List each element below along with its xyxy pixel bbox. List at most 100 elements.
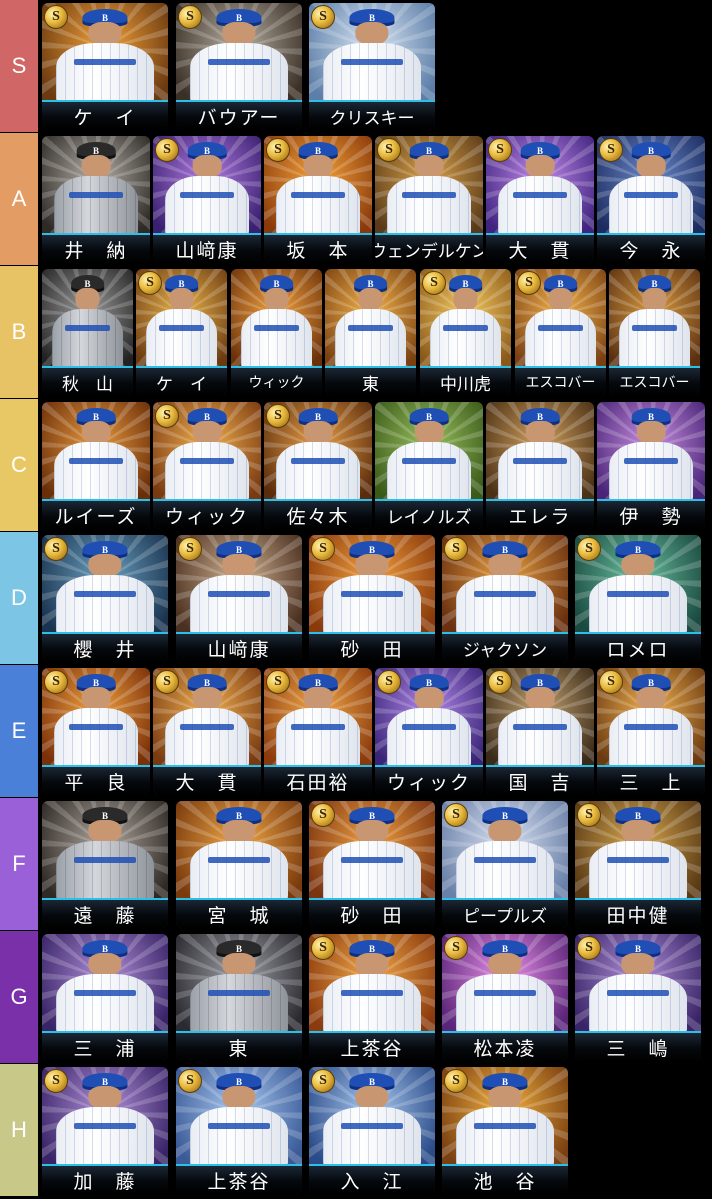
player-card[interactable]: S 入 江 <box>309 1067 435 1194</box>
player-card[interactable]: S ピープルズ <box>442 801 568 928</box>
s-rank-badge-icon: S <box>311 537 335 561</box>
player-card[interactable]: S 平 良 <box>42 668 150 795</box>
player-body <box>589 841 687 902</box>
tier-cards: S ケ イ S バウアー S クリスキー <box>40 0 712 132</box>
player-card[interactable]: S 加 藤 <box>42 1067 168 1194</box>
s-rank-badge-icon: S <box>138 271 162 295</box>
player-card[interactable]: S 石田裕 <box>264 668 372 795</box>
player-card[interactable]: S 砂 田 <box>309 801 435 928</box>
player-name: 入 江 <box>309 1164 435 1194</box>
player-face <box>621 820 655 844</box>
player-card[interactable]: S 山﨑康 <box>176 535 302 662</box>
player-card[interactable]: 東 <box>176 934 302 1061</box>
player-card[interactable]: S 中川虎 <box>420 269 511 396</box>
s-rank-badge-icon: S <box>311 936 335 960</box>
player-card[interactable]: S ケ イ <box>42 3 168 130</box>
player-card[interactable]: 伊 勢 <box>597 402 705 529</box>
player-name: 大 貫 <box>153 765 261 795</box>
player-name: 国 吉 <box>486 765 594 795</box>
player-card[interactable]: S 坂 本 <box>264 136 372 263</box>
card-art <box>42 136 150 237</box>
player-card[interactable]: 東 <box>325 269 416 396</box>
card-art <box>486 402 594 503</box>
player-card[interactable]: S 上茶谷 <box>176 1067 302 1194</box>
player-card[interactable]: S 松本凌 <box>442 934 568 1061</box>
player-name: ケ イ <box>136 366 227 396</box>
player-card[interactable]: 宮 城 <box>176 801 302 928</box>
player-body <box>525 309 596 370</box>
player-card[interactable]: エスコバー <box>609 269 700 396</box>
player-card[interactable]: S 田中健 <box>575 801 701 928</box>
player-card[interactable]: 井 納 <box>42 136 150 263</box>
tier-row-c: Cルイーズ S ウィック S 佐々木レイノルズエレラ伊 勢 <box>0 399 712 531</box>
player-card[interactable]: S クリスキー <box>309 3 435 130</box>
player-card[interactable]: S 三 嶋 <box>575 934 701 1061</box>
s-rank-badge-icon: S <box>377 670 401 694</box>
player-card[interactable]: S ケ イ <box>136 269 227 396</box>
player-card[interactable]: 三 浦 <box>42 934 168 1061</box>
player-face <box>88 953 122 977</box>
player-face <box>636 155 666 179</box>
player-card[interactable]: S 櫻 井 <box>42 535 168 662</box>
s-rank-badge-icon: S <box>44 5 68 29</box>
player-portrait <box>323 541 421 636</box>
tier-cards: 三 浦東 S 上茶谷 S 松本凌 S 三 嶋 <box>40 931 712 1063</box>
tier-label: A <box>0 133 40 265</box>
player-face <box>488 953 522 977</box>
card-art <box>42 402 150 503</box>
card-art <box>42 801 168 902</box>
player-card[interactable]: S 三 上 <box>597 668 705 795</box>
player-portrait <box>323 807 421 902</box>
player-card[interactable]: S 大 貫 <box>153 668 261 795</box>
player-body <box>456 841 554 902</box>
player-card[interactable]: S 池 谷 <box>442 1067 568 1194</box>
player-card[interactable]: ウィック <box>231 269 322 396</box>
player-card[interactable]: S 今 永 <box>597 136 705 263</box>
tier-cards: S 加 藤 S 上茶谷 S 入 江 S 池 谷 <box>40 1064 712 1196</box>
player-body <box>54 442 138 503</box>
player-portrait <box>276 142 360 237</box>
player-card[interactable]: エレラ <box>486 402 594 529</box>
tier-list: SSケ イSバウアーSクリスキーA井 納S山﨑康S坂 本SウェンデルケンS大 貫… <box>0 0 712 1199</box>
player-card[interactable]: ルイーズ <box>42 402 150 529</box>
player-card[interactable]: S ロメロ <box>575 535 701 662</box>
player-portrait <box>589 541 687 636</box>
player-name: エスコバー <box>515 366 606 396</box>
tier-cards: 秋 山 S ケ イウィック東 S 中川虎 S エスコバーエスコバー <box>40 266 712 398</box>
player-portrait <box>165 142 249 237</box>
player-card[interactable]: S バウアー <box>176 3 302 130</box>
tier-cards: 井 納 S 山﨑康 S 坂 本 S ウェンデルケン S 大 貫 S 今 永 <box>40 133 712 265</box>
player-portrait <box>498 674 582 769</box>
player-card[interactable]: S ウィック <box>153 402 261 529</box>
player-name: 東 <box>176 1031 302 1061</box>
player-name: 中川虎 <box>420 366 511 396</box>
player-card[interactable]: S ウェンデルケン <box>375 136 483 263</box>
player-card[interactable]: レイノルズ <box>375 402 483 529</box>
s-rank-badge-icon: S <box>599 670 623 694</box>
player-name: ピープルズ <box>442 898 568 928</box>
player-card[interactable]: S ウィック <box>375 668 483 795</box>
player-portrait <box>56 807 154 902</box>
player-portrait <box>56 541 154 636</box>
s-rank-badge-icon: S <box>311 1069 335 1093</box>
player-card[interactable]: S 国 吉 <box>486 668 594 795</box>
s-rank-badge-icon: S <box>266 670 290 694</box>
player-face <box>222 820 256 844</box>
player-card[interactable]: S 大 貫 <box>486 136 594 263</box>
player-face <box>75 288 100 312</box>
player-card[interactable]: S 佐々木 <box>264 402 372 529</box>
player-name: 三 浦 <box>42 1031 168 1061</box>
player-portrait <box>387 674 471 769</box>
tier-label: D <box>0 532 40 664</box>
player-card[interactable]: 遠 藤 <box>42 801 168 928</box>
player-card[interactable]: S 砂 田 <box>309 535 435 662</box>
player-body <box>335 309 406 370</box>
player-card[interactable]: S 山﨑康 <box>153 136 261 263</box>
player-body <box>276 442 360 503</box>
player-card[interactable]: S ジャクソン <box>442 535 568 662</box>
player-face <box>355 820 389 844</box>
player-card[interactable]: S 上茶谷 <box>309 934 435 1061</box>
player-card[interactable]: 秋 山 <box>42 269 133 396</box>
player-card[interactable]: S エスコバー <box>515 269 606 396</box>
player-face <box>355 554 389 578</box>
